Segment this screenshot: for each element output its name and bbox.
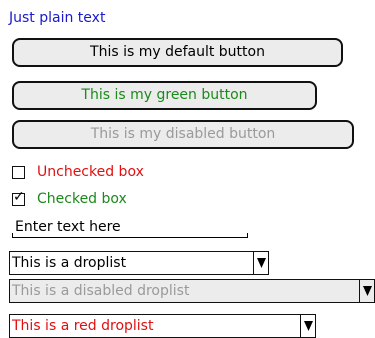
checkbox-checked-icon[interactable]: ✓ [12,188,25,206]
green-button[interactable]: This is my green button [12,81,317,110]
green-button-label: This is my green button [81,87,248,103]
checked-checkbox-label: Checked box [37,191,127,207]
text-input[interactable]: Enter text here [12,217,248,238]
dropdown-arrow-icon[interactable] [253,252,268,274]
text-input-right-tick [247,233,248,238]
checkbox-empty-icon[interactable] [12,165,25,179]
unchecked-checkbox-label: Unchecked box [37,164,144,180]
text-input-left-tick [12,233,13,238]
red-droplist[interactable]: This is a red droplist [9,314,316,338]
checked-checkbox[interactable]: ✓ Checked box [12,190,127,208]
default-button[interactable]: This is my default button [12,38,343,67]
disabled-droplist: This is a disabled droplist [9,279,375,303]
plain-text-label: Just plain text [9,10,106,26]
text-input-value[interactable]: Enter text here [15,218,121,236]
default-droplist[interactable]: This is a droplist [9,251,269,275]
disabled-button-label: This is my disabled button [90,126,276,142]
disabled-droplist-value: This is a disabled droplist [12,283,190,299]
default-button-label: This is my default button [90,44,265,60]
unchecked-checkbox[interactable]: Unchecked box [12,163,144,181]
text-input-underline [12,237,248,238]
default-droplist-value: This is a droplist [12,255,127,271]
dropdown-arrow-icon [359,280,374,302]
checkmark-icon: ✓ [13,188,25,205]
disabled-button: This is my disabled button [12,120,354,149]
red-droplist-value: This is a red droplist [12,318,154,334]
dropdown-arrow-icon[interactable] [300,315,315,337]
